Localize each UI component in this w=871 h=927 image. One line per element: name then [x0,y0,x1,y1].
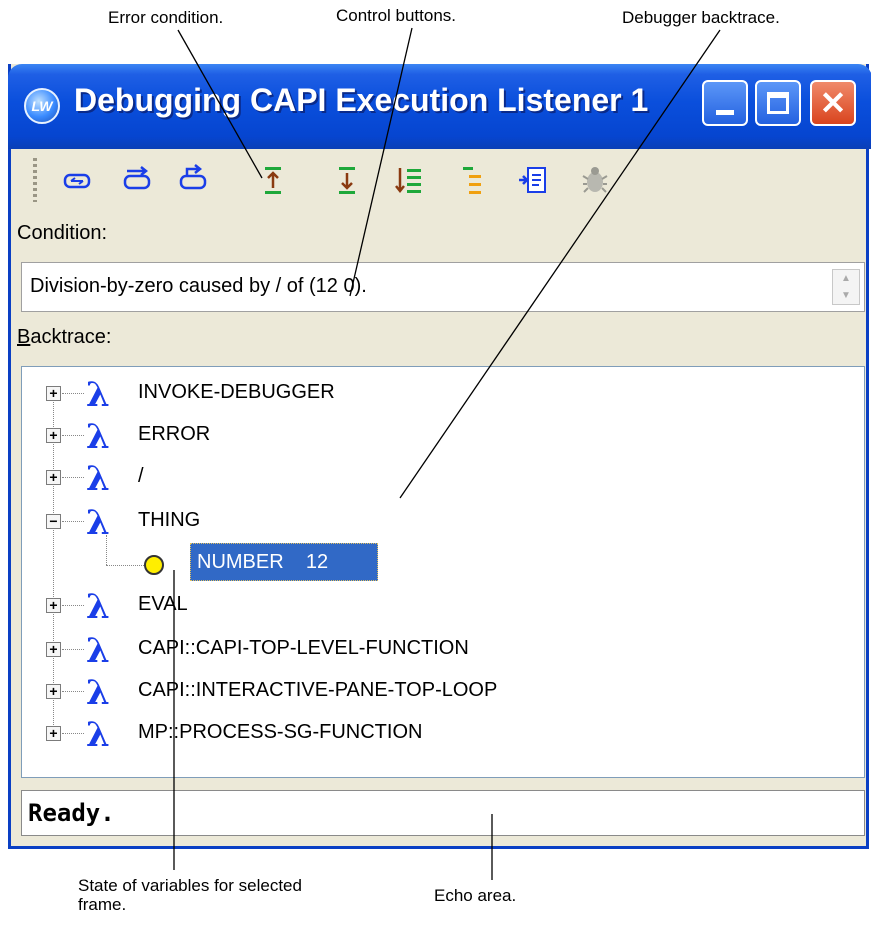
bottom-frame-button[interactable] [391,162,427,198]
bug-button[interactable] [577,162,613,198]
abort-icon [63,173,91,189]
down-frame-icon [339,167,355,194]
tree-connector [62,477,84,478]
continue-button[interactable] [119,162,155,198]
expand-icon[interactable]: + [46,726,61,741]
expand-icon[interactable]: + [46,684,61,699]
lambda-icon: λ [86,673,110,713]
condition-scroller[interactable]: ▲ ▼ [832,269,860,305]
toolbar-grip[interactable] [33,158,37,202]
tree-row[interactable]: + λ MP::PROCESS-SG-FUNCTION [22,713,862,755]
frame-name: / [138,465,144,487]
tree-row[interactable]: + λ CAPI::INTERACTIVE-PANE-TOP-LOOP [22,671,862,713]
callout-debugger-backtrace: Debugger backtrace. [622,8,780,27]
collapse-icon[interactable]: − [46,514,61,529]
lambda-icon: λ [86,631,110,671]
down-frame-button[interactable] [329,162,365,198]
find-source-icon [519,167,546,193]
frame-name: ERROR [138,423,211,445]
abort-button[interactable] [59,162,95,198]
lambda-icon: λ [86,715,110,755]
condition-text: Division-by-zero caused by / of (12 0). [30,275,367,297]
selected-variable[interactable]: NUMBER 12 [190,543,378,581]
frame-name: INVOKE-DEBUGGER [138,381,335,403]
expand-icon[interactable]: + [46,386,61,401]
scroll-down-icon[interactable]: ▼ [833,287,859,304]
minimize-button[interactable] [702,80,748,126]
restart-icon [179,164,207,190]
maximize-button[interactable] [755,80,801,126]
tree-connector [62,733,84,734]
maximize-icon [767,92,789,114]
tree-connector [62,435,84,436]
lambda-icon: λ [86,375,110,415]
lambda-icon: λ [86,417,110,457]
variable-state-icon [144,555,164,575]
tree-row[interactable]: − λ THING [22,501,862,543]
backtrace-tree[interactable]: + λ INVOKE-DEBUGGER + λ ERROR + λ / − λ … [21,366,865,778]
expand-icon[interactable]: + [46,642,61,657]
tree-row[interactable]: + λ / [22,457,862,499]
frame-name: CAPI::INTERACTIVE-PANE-TOP-LOOP [138,679,498,701]
find-source-button[interactable] [515,162,551,198]
lispworks-app-icon: LW [24,88,60,124]
bottom-frame-icon [395,168,421,194]
up-frame-icon [265,167,281,194]
tree-connector [62,649,84,650]
backtrace-label-rest: acktrace: [30,326,112,348]
tree-connector [106,565,144,566]
tree-connector [106,535,107,565]
backtrace-label: Backtrace: [17,326,112,349]
frame-name: CAPI::CAPI-TOP-LEVEL-FUNCTION [138,637,469,659]
echo-status-text: Ready. [28,799,115,827]
callout-error-condition: Error condition. [108,8,224,27]
expand-icon[interactable]: + [46,470,61,485]
condition-field[interactable]: Division-by-zero caused by / of (12 0). … [21,262,865,312]
tree-connector [62,691,84,692]
tree-row[interactable]: + λ EVAL [22,585,862,627]
tree-row[interactable]: + λ ERROR [22,415,862,457]
callout-echo-area: Echo area. [434,886,517,905]
frame-name: MP::PROCESS-SG-FUNCTION [138,721,423,743]
callout-state-of-variables: State of variables for selected frame. [78,876,302,914]
tree-row[interactable]: + λ CAPI::CAPI-TOP-LEVEL-FUNCTION [22,629,862,671]
expand-icon[interactable]: + [46,428,61,443]
tree-row[interactable]: + λ INVOKE-DEBUGGER [22,373,862,415]
continue-icon [123,166,151,190]
restart-button[interactable] [175,162,211,198]
window-title: Debugging CAPI Execution Listener 1 [74,82,649,118]
title-bar[interactable]: LW Debugging CAPI Execution Listener 1 ✕ [8,64,871,149]
up-frame-button[interactable] [255,162,291,198]
top-frame-button[interactable] [455,162,491,198]
frame-name: EVAL [138,593,188,615]
scroll-up-icon[interactable]: ▲ [833,270,859,287]
lambda-icon: λ [86,587,110,627]
echo-area: Ready. [21,790,865,836]
close-icon: ✕ [819,85,847,121]
expand-icon[interactable]: + [46,598,61,613]
frame-name: THING [138,509,201,531]
minimize-icon [716,110,734,115]
tree-connector [62,393,84,394]
tree-connector [62,605,84,606]
control-toolbar [15,152,865,206]
top-frame-icon [463,167,481,194]
lambda-icon: λ [86,459,110,499]
callout-control-buttons: Control buttons. [336,6,457,25]
debugger-window: LW Debugging CAPI Execution Listener 1 ✕ [8,64,871,849]
bug-icon [582,167,608,193]
backtrace-label-mnemonic: B [17,326,31,348]
condition-label: Condition: [17,222,108,244]
close-button[interactable]: ✕ [810,80,856,126]
tree-connector [62,521,84,522]
